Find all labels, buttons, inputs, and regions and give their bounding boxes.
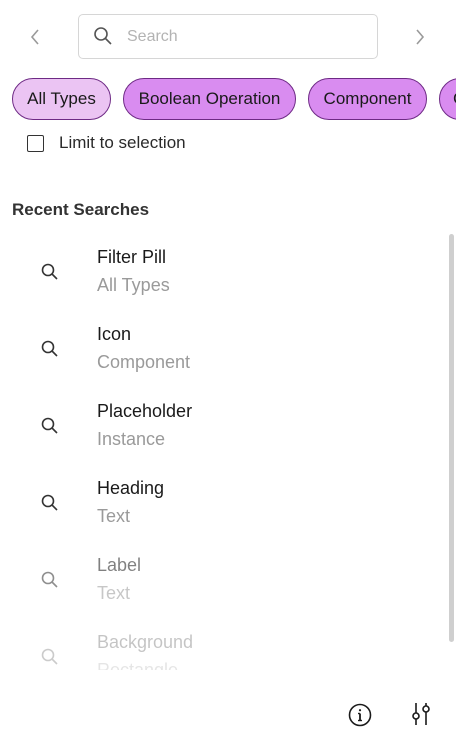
- search-icon: [40, 339, 60, 359]
- list-item[interactable]: Label Text: [0, 542, 440, 619]
- next-button[interactable]: [400, 14, 440, 60]
- limit-label: Limit to selection: [59, 133, 186, 152]
- recent-searches-list: Filter Pill All Types Icon Component Pla…: [0, 234, 450, 670]
- previous-button[interactable]: [15, 14, 55, 60]
- list-item-subtitle: Text: [97, 583, 131, 603]
- filter-pill-component[interactable]: Component: [308, 78, 427, 120]
- list-item-title: Filter Pill: [97, 247, 167, 267]
- list-item-subtitle: Instance: [97, 429, 166, 449]
- search-icon: [93, 26, 113, 46]
- chevron-left-icon: [30, 29, 39, 45]
- list-item[interactable]: Placeholder Instance: [0, 388, 440, 465]
- limit-checkbox[interactable]: [27, 134, 44, 152]
- search-box: [78, 14, 378, 59]
- list-item-title: Icon: [97, 324, 132, 344]
- filter-pill-boolean-operation[interactable]: Boolean Operation: [123, 78, 296, 120]
- info-button[interactable]: [347, 702, 373, 728]
- sliders-icon: [412, 703, 430, 725]
- search-icon: [40, 493, 60, 513]
- filter-pill-partial[interactable]: C: [439, 78, 456, 120]
- limit-to-selection: Limit to selection: [27, 133, 186, 153]
- list-item[interactable]: Filter Pill All Types: [0, 234, 440, 311]
- list-item-subtitle: Component: [97, 352, 191, 372]
- list-item-subtitle: All Types: [97, 275, 170, 295]
- search-icon: [40, 647, 60, 667]
- list-item-title: Heading: [97, 478, 165, 498]
- search-icon: [40, 570, 60, 590]
- search-input[interactable]: [127, 27, 347, 46]
- top-bar: [0, 14, 456, 60]
- search-icon: [40, 262, 60, 282]
- list-item-title: Placeholder: [97, 401, 193, 421]
- info-icon: [348, 703, 372, 727]
- list-item[interactable]: Background Rectangle: [0, 619, 440, 670]
- list-scrollbar[interactable]: [449, 234, 454, 642]
- list-item-title: Label: [97, 555, 142, 575]
- filter-pill-all-types[interactable]: All Types: [12, 78, 111, 120]
- list-item-subtitle: Text: [97, 506, 131, 526]
- search-icon: [40, 416, 60, 436]
- recent-searches-title: Recent Searches: [12, 200, 150, 219]
- settings-button[interactable]: [407, 700, 435, 728]
- list-item[interactable]: Icon Component: [0, 311, 440, 388]
- list-item-subtitle: Rectangle: [97, 660, 179, 670]
- chevron-right-icon: [416, 29, 425, 45]
- filter-pills: All Types Boolean Operation Component C: [0, 78, 456, 120]
- list-item[interactable]: Heading Text: [0, 465, 440, 542]
- list-item-title: Background: [97, 632, 194, 652]
